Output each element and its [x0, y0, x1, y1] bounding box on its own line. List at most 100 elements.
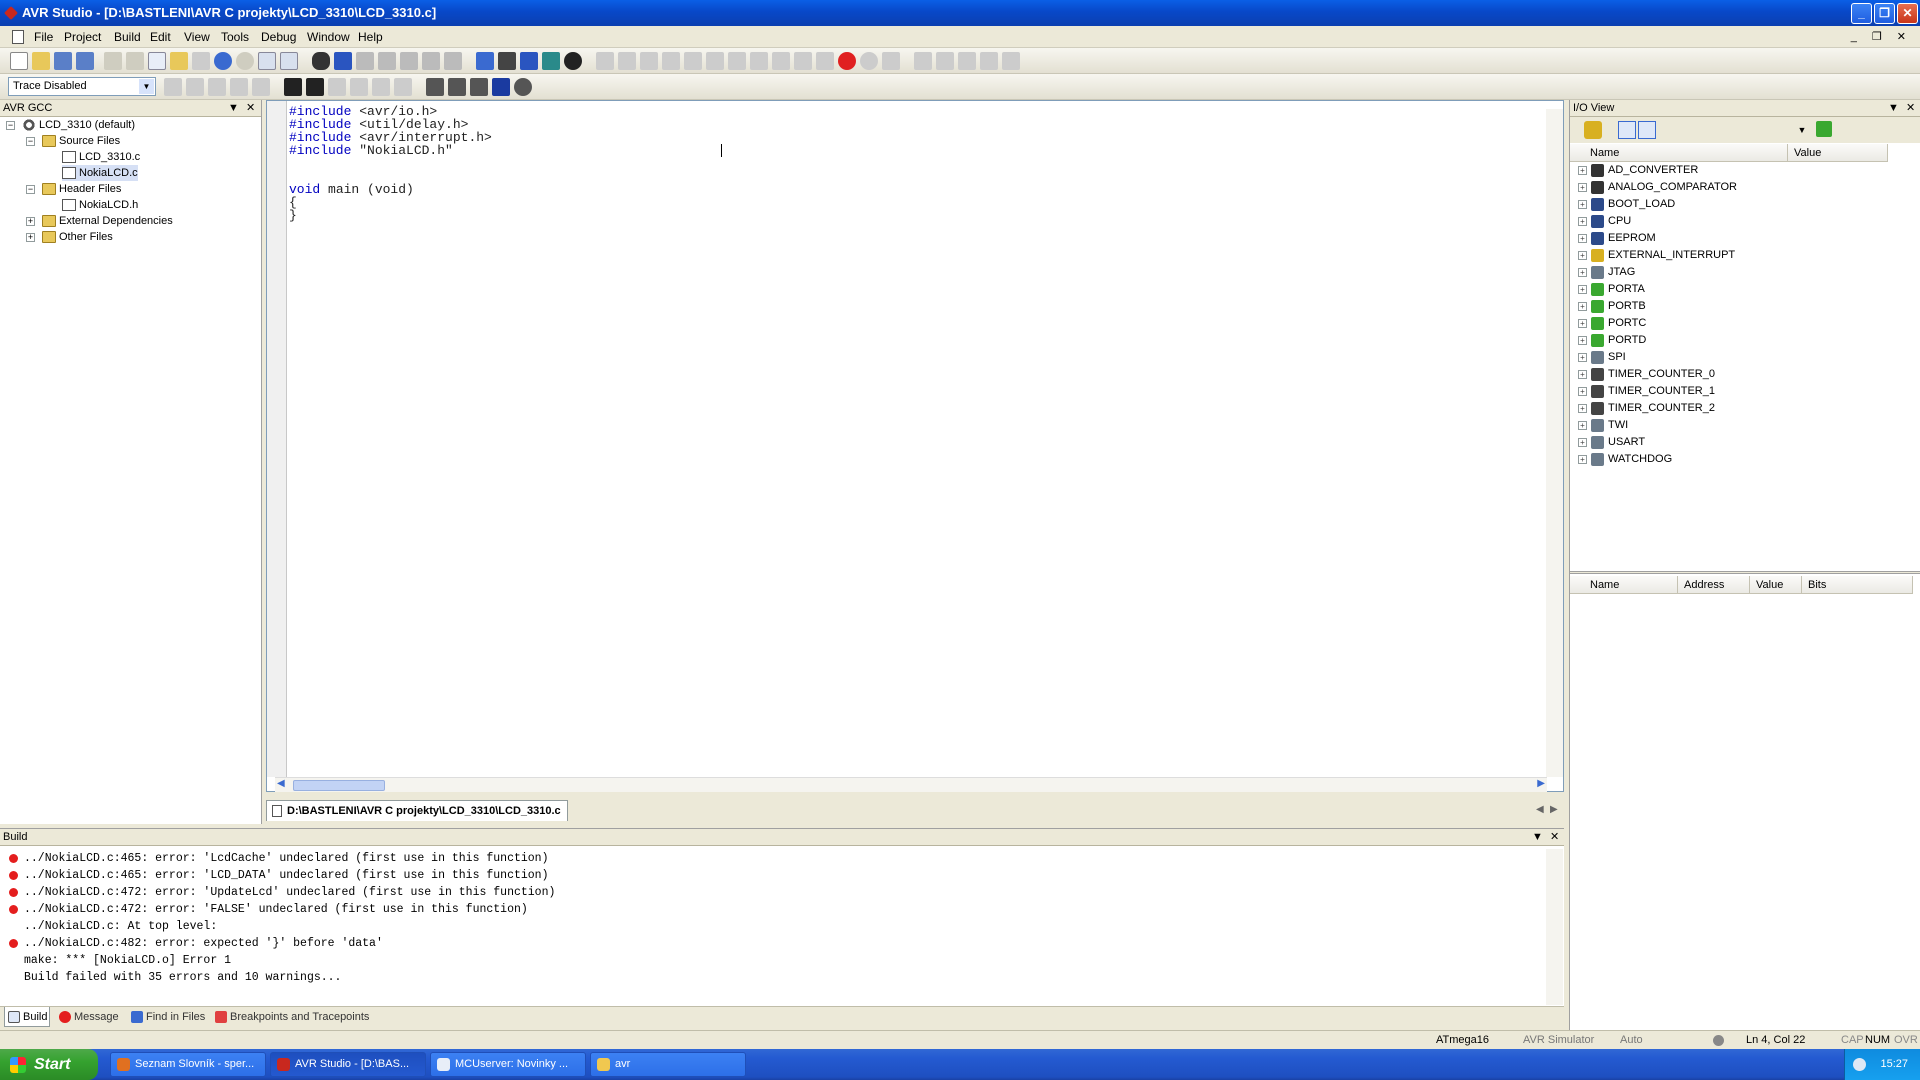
tab-message[interactable]: Message — [56, 1007, 122, 1027]
build-icon[interactable] — [476, 52, 494, 70]
new-file-icon[interactable] — [10, 52, 28, 70]
code-line[interactable]: } — [289, 209, 297, 222]
tree-project[interactable]: LCD_3310 (default) — [22, 117, 135, 133]
io-column-value[interactable]: Value — [1788, 144, 1888, 162]
expand-icon[interactable]: + — [1578, 437, 1587, 447]
settings-gear-icon[interactable] — [514, 78, 532, 96]
indent-icon[interactable] — [422, 52, 440, 70]
build-error-line[interactable]: ../NokiaLCD.c:465: error: 'LCD_DATA' und… — [24, 867, 549, 884]
io-view-icon[interactable] — [1002, 52, 1020, 70]
maximize-button[interactable]: ❐ — [1874, 3, 1895, 24]
io-item[interactable]: + PORTD — [1578, 332, 1646, 349]
io-item[interactable]: + JTAG — [1578, 264, 1635, 281]
tree-file[interactable]: NokiaLCD.c — [62, 165, 138, 181]
expand-icon[interactable]: + — [1578, 284, 1587, 294]
io-item[interactable]: + ANALOG_COMPARATOR — [1578, 179, 1737, 196]
io-item[interactable]: + SPI — [1578, 349, 1626, 366]
trace-icon[interactable] — [164, 78, 182, 96]
hex-icon[interactable] — [306, 78, 324, 96]
tree-header-files[interactable]: Header Files — [42, 181, 121, 197]
build-info-line[interactable]: make: *** [NokiaLCD.o] Error 1 — [24, 952, 231, 969]
expand-icon[interactable]: + — [1578, 250, 1587, 260]
scroll-thumb[interactable] — [293, 780, 385, 791]
chevron-down-icon[interactable]: ▼ — [139, 79, 154, 94]
expand-icon[interactable]: + — [1578, 182, 1587, 192]
editor-vertical-scrollbar[interactable] — [1546, 109, 1563, 777]
paste-icon[interactable] — [170, 52, 188, 70]
go-icon[interactable] — [1816, 121, 1832, 137]
reset-icon[interactable] — [684, 52, 702, 70]
tab-next-icon[interactable]: ▶ — [1550, 804, 1558, 815]
reg-column-name[interactable]: Name — [1570, 576, 1678, 594]
disabled-icon[interactable] — [394, 78, 412, 96]
io-item[interactable]: + TIMER_COUNTER_1 — [1578, 383, 1715, 400]
expand-icon[interactable]: + — [26, 233, 35, 242]
panel-dropdown-icon[interactable]: ▼ — [1888, 100, 1899, 117]
auto-step-icon[interactable] — [772, 52, 790, 70]
io-item[interactable]: + PORTC — [1578, 315, 1646, 332]
auto-connect-icon[interactable] — [448, 78, 466, 96]
build-error-line[interactable]: ../NokiaLCD.c:472: error: 'FALSE' undecl… — [24, 901, 528, 918]
menu-edit[interactable]: Edit — [145, 29, 176, 45]
menu-tools[interactable]: Tools — [216, 29, 254, 45]
connect-icon[interactable] — [542, 52, 560, 70]
step-into-icon[interactable] — [640, 52, 658, 70]
expand-icon[interactable]: + — [26, 217, 35, 226]
code-editor[interactable]: #include <avr/io.h> #include <util/delay.… — [266, 100, 1564, 792]
taskbar-task[interactable]: AVR Studio - [D:\BAS... — [270, 1052, 426, 1077]
panel-dropdown-icon[interactable]: ▼ — [1532, 829, 1543, 846]
print-icon[interactable] — [104, 52, 122, 70]
taskbar-task[interactable]: MCUserver: Novinky ... — [430, 1052, 586, 1077]
tree-external-deps[interactable]: External Dependencies — [42, 213, 173, 229]
tree-source-files[interactable]: Source Files — [42, 133, 120, 149]
panel-close-icon[interactable]: ✕ — [1550, 829, 1559, 846]
windows-icon[interactable] — [280, 52, 298, 70]
tree-file[interactable]: LCD_3310.c — [62, 149, 140, 165]
expand-icon[interactable]: + — [1578, 352, 1587, 362]
io-item[interactable]: + PORTA — [1578, 281, 1645, 298]
taskbar-task[interactable]: Seznam Slovník - sper... — [110, 1052, 266, 1077]
panel-close-icon[interactable]: ✕ — [1906, 100, 1915, 117]
copy-icon[interactable] — [148, 52, 166, 70]
print-preview-icon[interactable] — [192, 52, 210, 70]
disabled-icon[interactable] — [350, 78, 368, 96]
io-item[interactable]: + BOOT_LOAD — [1578, 196, 1675, 213]
io-column-name[interactable]: Name — [1570, 144, 1788, 162]
io-item[interactable]: + AD_CONVERTER — [1578, 162, 1698, 179]
pause-icon[interactable] — [662, 52, 680, 70]
expand-icon[interactable]: + — [1578, 216, 1587, 226]
io-item[interactable]: + TIMER_COUNTER_0 — [1578, 366, 1715, 383]
scroll-left-icon[interactable]: ◀ — [277, 778, 285, 789]
program-icon[interactable] — [426, 78, 444, 96]
reg-column-value[interactable]: Value — [1750, 576, 1802, 594]
io-item[interactable]: + EEPROM — [1578, 230, 1656, 247]
watch-icon[interactable] — [914, 52, 932, 70]
save-all-icon[interactable] — [76, 52, 94, 70]
menu-view[interactable]: View — [179, 29, 215, 45]
io-item[interactable]: + PORTB — [1578, 298, 1646, 315]
document-window-controls[interactable]: _ ❐ ✕ — [1851, 30, 1912, 43]
run-to-cursor-icon[interactable] — [750, 52, 768, 70]
disabled-icon[interactable] — [372, 78, 390, 96]
filter-icon[interactable] — [1584, 121, 1602, 139]
reg-column-bits[interactable]: Bits — [1802, 576, 1913, 594]
outdent-icon[interactable] — [444, 52, 462, 70]
trace-prev-icon[interactable] — [208, 78, 226, 96]
reg-column-address[interactable]: Address — [1678, 576, 1750, 594]
cancel-x-icon[interactable] — [492, 78, 510, 96]
expand-icon[interactable]: + — [1578, 233, 1587, 243]
io-item[interactable]: + TWI — [1578, 417, 1628, 434]
window-icon[interactable] — [258, 52, 276, 70]
bookmark-icon[interactable] — [334, 52, 352, 70]
menu-file[interactable]: File — [29, 29, 58, 45]
expand-icon[interactable]: + — [1578, 335, 1587, 345]
io-item[interactable]: + TIMER_COUNTER_2 — [1578, 400, 1715, 417]
expand-icon[interactable]: + — [1578, 403, 1587, 413]
expand-icon[interactable]: + — [1578, 369, 1587, 379]
menu-debug[interactable]: Debug — [256, 29, 301, 45]
expand-icon[interactable]: + — [1578, 386, 1587, 396]
disabled-icon[interactable] — [328, 78, 346, 96]
build-error-line[interactable]: ../NokiaLCD.c:472: error: 'UpdateLcd' un… — [24, 884, 555, 901]
editor-horizontal-scrollbar[interactable]: ◀ ▶ — [275, 777, 1547, 792]
scroll-right-icon[interactable]: ▶ — [1537, 778, 1545, 789]
